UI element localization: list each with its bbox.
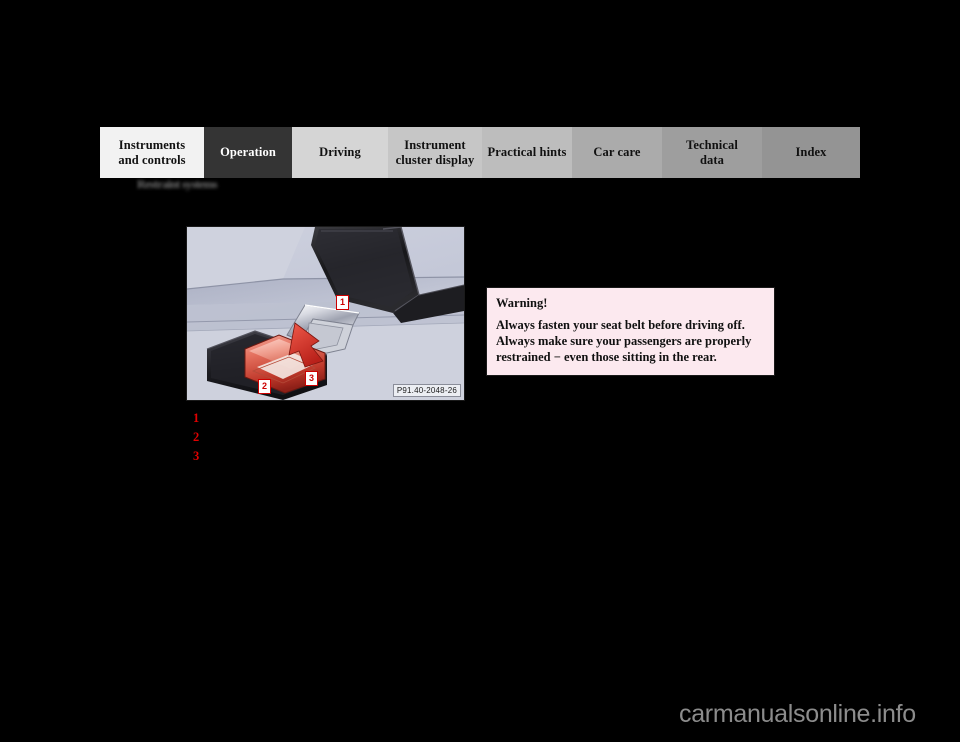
legend-item: 2 [193,430,453,449]
warning-body: Always fasten your seat belt before driv… [496,318,765,366]
tab-label: Instrument cluster display [395,138,475,167]
tab-label: Car care [593,145,641,160]
tab-label: Driving [319,145,361,160]
tab-label: Practical hints [487,145,567,160]
tab-technical-data[interactable]: Technical data [662,127,762,178]
tab-car-care[interactable]: Car care [572,127,662,178]
figure-legend-list: 1 2 3 [193,411,453,468]
legend-item: 3 [193,449,453,468]
tab-instrument-cluster-display[interactable]: Instrument cluster display [388,127,482,178]
tab-label: Index [795,145,827,160]
tab-label: Technical data [686,138,738,167]
legend-item: 1 [193,411,453,430]
page-title: Restraint systems [137,177,218,191]
tab-label: Instruments and controls [118,138,186,167]
seat-belt-buckle-illustration: 1 2 3 P91.40-2048-26 [186,226,465,401]
tab-label: Operation [220,145,276,160]
section-tab-bar: Instruments and controls Operation Driving I… [100,127,860,178]
callout-badge-2: 2 [258,379,272,394]
tab-practical-hints[interactable]: Practical hints [482,127,572,178]
warning-line: Always fasten your seat belt before driv… [496,318,745,332]
legend-item-number: 1 [193,411,200,425]
warning-line: restrained − even those sitting in the r… [496,349,717,364]
site-watermark: carmanualsonline.info [679,700,916,728]
warning-line: Always make sure your passengers are pro… [496,333,752,348]
tab-driving[interactable]: Driving [292,127,388,178]
callout-badge-3: 3 [305,371,319,386]
legend-item-number: 2 [193,430,200,444]
warning-box: Warning! Always fasten your seat belt be… [486,287,775,376]
legend-item-number: 3 [193,449,200,463]
tab-operation[interactable]: Operation [204,127,292,178]
tab-index[interactable]: Index [762,127,860,178]
illustration-artwork [187,227,464,400]
manual-page: Instruments and controls Operation Driving I… [0,0,960,742]
tab-instruments-and-controls[interactable]: Instruments and controls [100,127,204,178]
figure-id-label: P91.40-2048-26 [392,384,461,397]
warning-title: Warning! [496,296,548,310]
callout-badge-1: 1 [336,295,350,310]
